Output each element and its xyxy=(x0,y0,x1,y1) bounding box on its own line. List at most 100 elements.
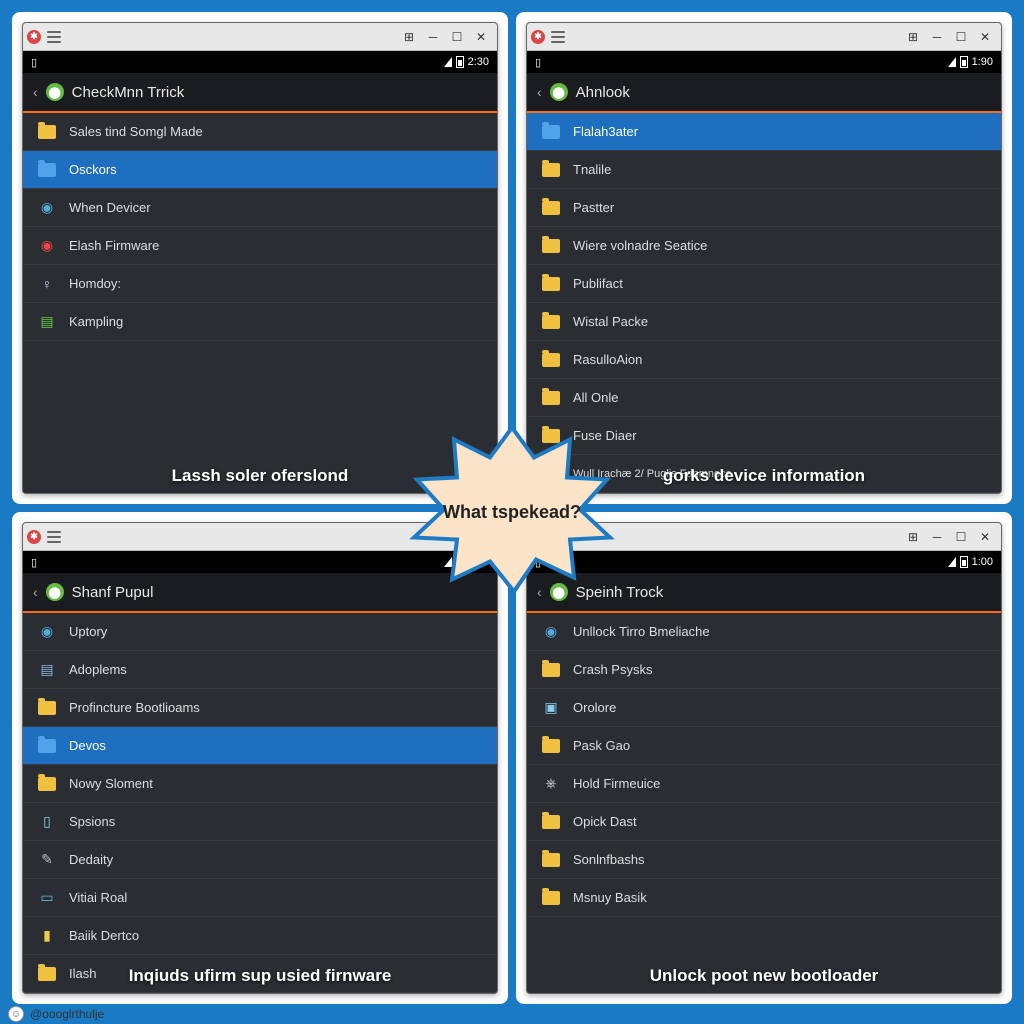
footer-credit: ☺ @oooglrthulje xyxy=(8,1006,104,1022)
app-header: ‹ ⬤ Ahnlook xyxy=(527,73,1001,113)
folder-icon xyxy=(37,698,57,718)
list-item[interactable]: RasulloAion xyxy=(527,341,1001,379)
list-item[interactable]: ◉Unllock Tirro Bmeliache xyxy=(527,613,1001,651)
list-item[interactable]: ⎈Hold Firmeuice xyxy=(527,765,1001,803)
panel-caption: gorks device information xyxy=(663,466,865,486)
list-item[interactable]: Profincture Bootlioams xyxy=(23,689,497,727)
list-item[interactable]: Tnalile xyxy=(527,151,1001,189)
footer-handle: @oooglrthulje xyxy=(30,1007,104,1021)
back-icon[interactable]: ‹ xyxy=(33,584,38,600)
menu-list: ◉Unllock Tirro Bmeliache Crash Psysks ▣O… xyxy=(527,613,1001,993)
app-icon: ⬤ xyxy=(46,83,64,101)
list-item[interactable]: Opick Dast xyxy=(527,803,1001,841)
folder-icon xyxy=(541,812,561,832)
signal-icon xyxy=(948,57,956,67)
close-button[interactable]: ✕ xyxy=(973,27,997,47)
panel-caption: Lassh soler oferslond xyxy=(172,466,349,486)
folder-icon xyxy=(37,160,57,180)
folder-icon xyxy=(37,774,57,794)
page-icon: ▤ xyxy=(37,660,57,680)
app-icon: ⬤ xyxy=(550,83,568,101)
bar-icon: ▯ xyxy=(37,812,57,832)
list-item[interactable]: Wistal Packe xyxy=(527,303,1001,341)
list-item[interactable]: ◉Elash Firmware xyxy=(23,227,497,265)
list-item[interactable]: All Onle xyxy=(527,379,1001,417)
folder-icon xyxy=(541,312,561,332)
folder-icon xyxy=(541,736,561,756)
battery-icon xyxy=(960,556,968,568)
list-item[interactable]: Pask Gao xyxy=(527,727,1001,765)
back-icon[interactable]: ‹ xyxy=(33,84,38,100)
folder-icon xyxy=(37,122,57,142)
status-time: 1:00 xyxy=(972,556,993,568)
toolbox-icon[interactable]: ⊞ xyxy=(901,27,925,47)
close-button[interactable]: ✕ xyxy=(973,527,997,547)
list-item[interactable]: Sales tind Somgl Made xyxy=(23,113,497,151)
folder-icon xyxy=(541,274,561,294)
list-item[interactable]: Flalah3ater xyxy=(527,113,1001,151)
notif-icon: ▯ xyxy=(31,556,37,569)
toolbox-icon[interactable]: ⊞ xyxy=(901,527,925,547)
list-item[interactable]: ▭Vitiai Roal xyxy=(23,879,497,917)
folder-icon xyxy=(37,736,57,756)
minimize-button[interactable]: ─ xyxy=(421,27,445,47)
maximize-button[interactable]: ☐ xyxy=(949,527,973,547)
monitor-icon: ▭ xyxy=(37,888,57,908)
lock-icon: ⎈ xyxy=(541,774,561,794)
list-item[interactable]: Pastter xyxy=(527,189,1001,227)
status-time: 2:30 xyxy=(468,56,489,68)
minimize-button[interactable]: ─ xyxy=(925,527,949,547)
battery-icon: ▮ xyxy=(37,926,57,946)
maximize-button[interactable]: ☐ xyxy=(949,27,973,47)
folder-icon xyxy=(541,198,561,218)
list-item[interactable]: ▤Kampling xyxy=(23,303,497,341)
list-item[interactable]: ▤Adoplems xyxy=(23,651,497,689)
list-item[interactable]: Wiere volnadre Seatice xyxy=(527,227,1001,265)
folder-icon xyxy=(541,350,561,370)
hamburger-icon[interactable] xyxy=(551,31,565,43)
list-item[interactable]: ▣Orolore xyxy=(527,689,1001,727)
folder-icon xyxy=(541,236,561,256)
back-icon[interactable]: ‹ xyxy=(537,84,542,100)
app-title: CheckMnn Trrick xyxy=(72,84,185,101)
folder-icon xyxy=(541,660,561,680)
menu-list: ◉Uptory ▤Adoplems Profincture Bootlioams… xyxy=(23,613,497,993)
globe-icon: ◉ xyxy=(541,622,561,642)
list-item[interactable]: ◉Uptory xyxy=(23,613,497,651)
list-item[interactable]: Msnuy Basik xyxy=(527,879,1001,917)
maximize-button[interactable]: ☐ xyxy=(445,27,469,47)
close-button[interactable]: ✕ xyxy=(469,27,493,47)
callout-burst: What tspekead? xyxy=(402,420,622,605)
signal-icon xyxy=(444,57,452,67)
folder-icon xyxy=(37,964,57,984)
list-item[interactable]: ✎Dedaity xyxy=(23,841,497,879)
app-badge-icon: ✱ xyxy=(27,530,41,544)
folder-icon xyxy=(541,160,561,180)
battery-icon xyxy=(960,56,968,68)
hamburger-icon[interactable] xyxy=(47,531,61,543)
folder-icon xyxy=(541,122,561,142)
status-time: 1:90 xyxy=(972,56,993,68)
hamburger-icon[interactable] xyxy=(47,31,61,43)
list-item[interactable]: ♀Homdoy: xyxy=(23,265,497,303)
list-item[interactable]: Osckors xyxy=(23,151,497,189)
panel-caption: Inqiuds ufirm sup usied firnware xyxy=(129,966,392,986)
list-item[interactable]: Devos xyxy=(23,727,497,765)
list-item[interactable]: ▮Baiik Dertco xyxy=(23,917,497,955)
app-title: Ahnlook xyxy=(576,84,630,101)
android-statusbar: ▯ 1:90 xyxy=(527,51,1001,73)
list-item[interactable]: Crash Psysks xyxy=(527,651,1001,689)
list-item[interactable]: ▯Spsions xyxy=(23,803,497,841)
app-title: Shanf Pupul xyxy=(72,584,154,601)
pencil-icon: ✎ xyxy=(37,850,57,870)
list-item[interactable]: ◉When Devicer xyxy=(23,189,497,227)
minimize-button[interactable]: ─ xyxy=(925,27,949,47)
list-item[interactable]: Nowy Sloment xyxy=(23,765,497,803)
list-item[interactable]: Sonlnfbashs xyxy=(527,841,1001,879)
android-statusbar: ▯ 2:30 xyxy=(23,51,497,73)
list-item[interactable]: Publifact xyxy=(527,265,1001,303)
panel-caption: Unlock poot new bootloader xyxy=(650,966,879,986)
plugin-icon: ▤ xyxy=(37,312,57,332)
toolbox-icon[interactable]: ⊞ xyxy=(397,27,421,47)
folder-icon xyxy=(541,850,561,870)
